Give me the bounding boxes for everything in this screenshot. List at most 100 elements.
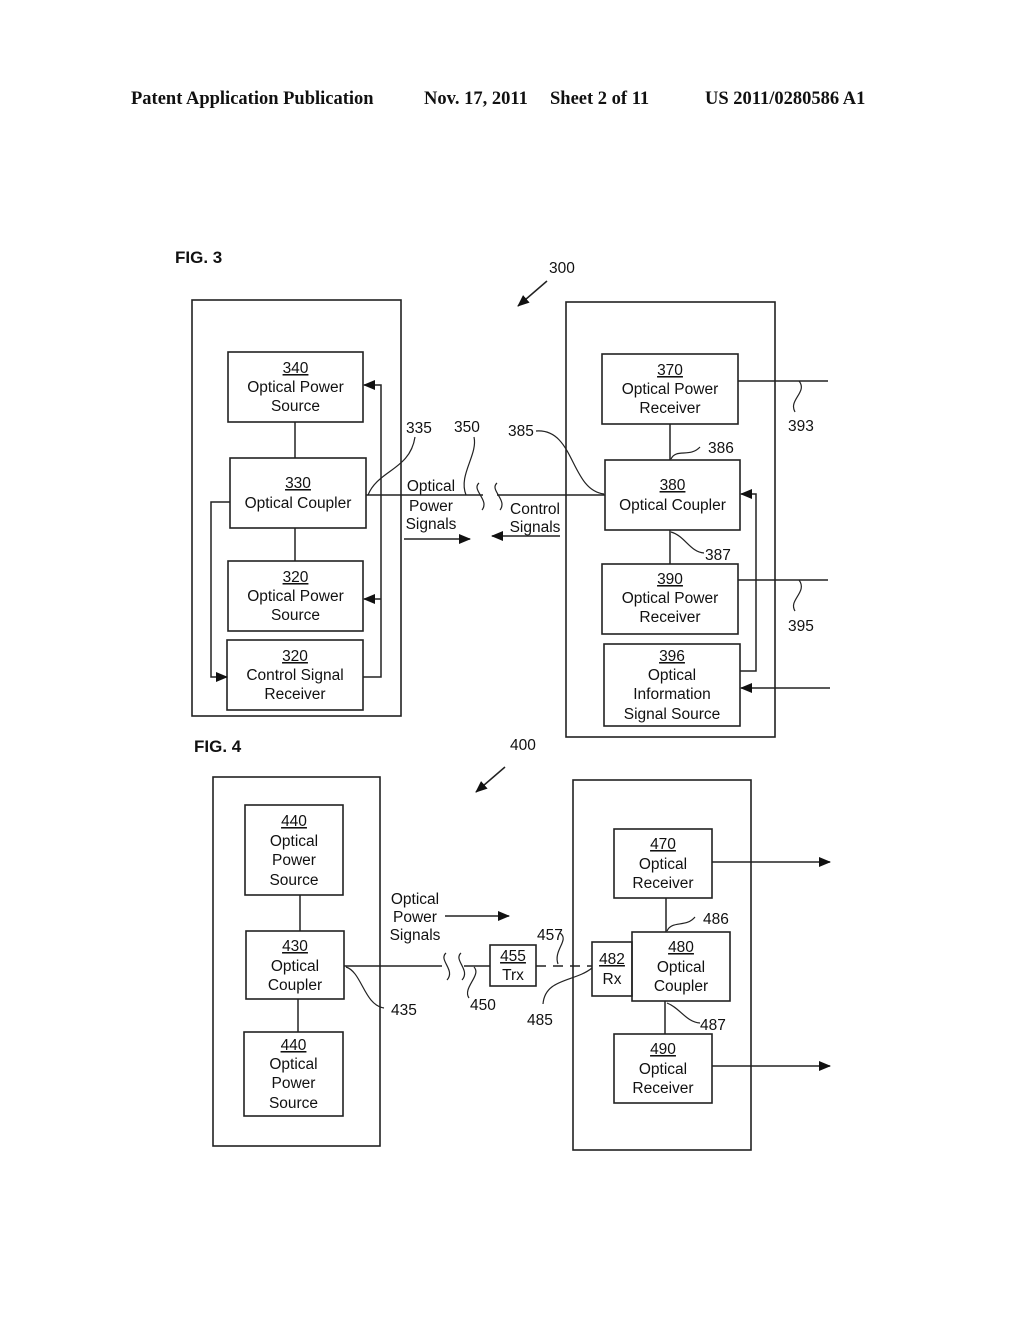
power-signals-label-line: Signals (390, 927, 441, 944)
block-number: 340 (283, 360, 309, 377)
block-label-line: Coupler (268, 977, 322, 994)
block-label-line: Receiver (639, 400, 700, 417)
block-label-line: Optical Coupler (245, 495, 352, 512)
block-label-line: Optical (271, 958, 319, 975)
power-signals-label-line: Power (393, 909, 437, 926)
block-label-line: Receiver (264, 686, 325, 703)
ref-485: 485 (527, 1012, 553, 1029)
leader-393 (792, 380, 802, 413)
fig4-ref-arrow (475, 766, 506, 793)
block-label-line: Receiver (632, 1080, 693, 1097)
block-370-optical-power-receiver: 370 Optical Power Receiver (601, 353, 739, 425)
block-label-line: Power (272, 852, 316, 869)
power-signals-label-line: Power (409, 498, 453, 515)
block-470-optical-receiver: 470 Optical Receiver (613, 828, 713, 899)
figure-3: FIG. 3 300 340 Optical Power Source 330 … (175, 248, 830, 738)
control-signals-label-line: Signals (510, 519, 561, 536)
block-label-line: Source (269, 872, 318, 889)
ref-386: 386 (708, 440, 734, 457)
ref-385: 385 (508, 423, 534, 440)
block-label-line: Source (271, 398, 320, 415)
block-380-optical-coupler: 380 Optical Coupler (604, 459, 741, 531)
block-label-line: Source (271, 607, 320, 624)
block-label-line: Control Signal (246, 667, 343, 684)
block-number: 390 (657, 571, 683, 588)
block-number: 440 (281, 813, 307, 830)
block-label-line: Optical Coupler (619, 497, 726, 514)
block-480-optical-coupler: 480 Optical Coupler (631, 931, 731, 1002)
block-482-rx: 482 Rx (591, 941, 633, 997)
power-signals-label-line: Optical (407, 478, 455, 495)
block-label-line: Receiver (632, 875, 693, 892)
block-320-optical-power-source: 320 Optical Power Source (227, 560, 364, 632)
fig3-title: FIG. 3 (175, 248, 222, 267)
ref-393: 393 (788, 418, 814, 435)
block-number: 396 (659, 648, 685, 665)
block-number: 455 (500, 948, 526, 965)
leader-350 (463, 436, 476, 496)
control-feedback-arrow (363, 380, 382, 678)
block-label-line: Signal Source (624, 706, 721, 723)
block-label-line: Optical Power (622, 381, 718, 398)
block-440-optical-power-source-bottom: 440 Optical Power Source (243, 1031, 344, 1117)
block-label-line: Optical (270, 833, 318, 850)
leader-387 (670, 531, 705, 554)
block-label-line: Power (272, 1075, 316, 1092)
block-number: 330 (285, 475, 311, 492)
block-396-optical-information-signal-source: 396 Optical Information Signal Source (603, 643, 741, 727)
ref-435: 435 (391, 1002, 417, 1019)
block-label-line: Rx (603, 971, 622, 988)
block-label-line: Optical (657, 959, 705, 976)
block-440-optical-power-source-top: 440 Optical Power Source (244, 804, 344, 896)
ref-387: 387 (705, 547, 731, 564)
block-number: 430 (282, 938, 308, 955)
block-label-line: Receiver (639, 609, 700, 626)
block-430-optical-coupler: 430 Optical Coupler (245, 930, 345, 1000)
block-330-optical-coupler: 330 Optical Coupler (229, 457, 367, 529)
leader-395 (792, 579, 802, 612)
leader-486 (666, 916, 696, 932)
fiber-break-mark (494, 482, 503, 511)
fiber-break-mark (443, 952, 451, 981)
fig3-ref-arrow (517, 280, 548, 307)
ref-335: 335 (406, 420, 432, 437)
fiber-break-mark (458, 952, 466, 981)
block-340-optical-power-source: 340 Optical Power Source (227, 351, 364, 423)
fig4-title: FIG. 4 (194, 737, 242, 756)
block-number: 482 (599, 951, 625, 968)
block-label-line: Optical Power (622, 590, 718, 607)
ref-457: 457 (537, 927, 563, 944)
block-label-line: Information (633, 686, 711, 703)
leader-487 (666, 1002, 701, 1024)
ref-486: 486 (703, 911, 729, 928)
block-label-line: Source (269, 1095, 318, 1112)
block-label-line: Trx (502, 967, 524, 984)
control-signals-label-line: Control (510, 501, 560, 518)
block-label-line: Optical (269, 1056, 317, 1073)
block-label-line: Optical (648, 667, 696, 684)
figure-4: FIG. 4 400 440 Optical Power Source 430 … (194, 737, 831, 1151)
block-label-line: Coupler (654, 978, 708, 995)
info-signal-arrow (740, 489, 757, 672)
leader-386 (670, 446, 701, 460)
block-490-optical-receiver: 490 Optical Receiver (613, 1033, 713, 1104)
block-number: 320 (283, 569, 309, 586)
block-label-line: Optical Power (247, 588, 343, 605)
leader-450 (466, 966, 477, 999)
block-label-line: Optical Power (247, 379, 343, 396)
block-label-line: Optical (639, 856, 687, 873)
leader-485 (542, 967, 593, 1005)
ref-350: 350 (454, 419, 480, 436)
block-number: 490 (650, 1041, 676, 1058)
block-label-line: Optical (639, 1061, 687, 1078)
block-number: 370 (657, 362, 683, 379)
ref-395: 395 (788, 618, 814, 635)
block-455-trx: 455 Trx (489, 944, 537, 987)
leader-435 (345, 966, 385, 1009)
block-390-optical-power-receiver: 390 Optical Power Receiver (601, 563, 739, 635)
block-number: 470 (650, 836, 676, 853)
block-number: 320 (282, 648, 308, 665)
ref-450: 450 (470, 997, 496, 1014)
power-signals-label-line: Signals (406, 516, 457, 533)
power-signals-label-line: Optical (391, 891, 439, 908)
